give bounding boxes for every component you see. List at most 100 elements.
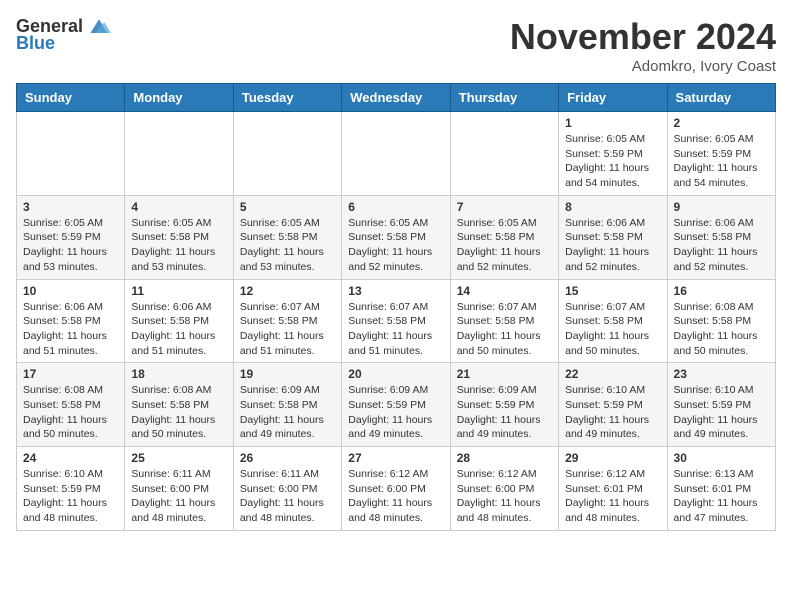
calendar-cell: 2Sunrise: 6:05 AMSunset: 5:59 PMDaylight…: [667, 112, 775, 196]
day-number: 14: [457, 284, 552, 298]
day-info: Sunrise: 6:09 AMSunset: 5:59 PMDaylight:…: [348, 383, 443, 442]
day-number: 16: [674, 284, 769, 298]
calendar-cell: 7Sunrise: 6:05 AMSunset: 5:58 PMDaylight…: [450, 195, 558, 279]
day-number: 21: [457, 367, 552, 381]
calendar-cell: 9Sunrise: 6:06 AMSunset: 5:58 PMDaylight…: [667, 195, 775, 279]
calendar-table: SundayMondayTuesdayWednesdayThursdayFrid…: [16, 83, 776, 531]
page-header: General Blue November 2024 Adomkro, Ivor…: [16, 16, 776, 75]
day-number: 20: [348, 367, 443, 381]
calendar-cell: 17 Sunrise: 6:08 AMSunset: 5:58 PMDayligh…: [17, 363, 125, 447]
calendar-cell: 24Sunrise: 6:10 AMSunset: 5:59 PMDayligh…: [17, 447, 125, 531]
day-number: 29: [565, 451, 660, 465]
day-number: 8: [565, 200, 660, 214]
day-number: 13: [348, 284, 443, 298]
calendar-cell: 1 Sunrise: 6:05 AMSunset: 5:59 PMDaylight…: [559, 112, 667, 196]
calendar-cell: 14 Sunrise: 6:07 AMSunset: 5:58 PMDayligh…: [450, 279, 558, 363]
day-info: Sunrise: 6:06 AMSunset: 5:58 PMDaylight:…: [131, 300, 226, 359]
day-info: Sunrise: 6:10 AMSunset: 5:59 PMDaylight:…: [674, 383, 769, 442]
calendar-cell: 16 Sunrise: 6:08 AMSunset: 5:58 PMDayligh…: [667, 279, 775, 363]
calendar-cell: 15 Sunrise: 6:07 AMSunset: 5:58 PMDayligh…: [559, 279, 667, 363]
calendar-cell: 4 Sunrise: 6:05 AMSunset: 5:58 PMDaylight…: [125, 195, 233, 279]
day-info: Sunrise: 6:06 AMSunset: 5:58 PMDaylight:…: [565, 216, 660, 275]
day-info: Sunrise: 6:07 AMSunset: 5:58 PMDaylight:…: [348, 300, 443, 359]
day-info: Sunrise: 6:10 AMSunset: 5:59 PMDaylight:…: [565, 383, 660, 442]
calendar-cell: 5 Sunrise: 6:05 AMSunset: 5:58 PMDaylight…: [233, 195, 341, 279]
calendar-cell: 13 Sunrise: 6:07 AMSunset: 5:58 PMDayligh…: [342, 279, 450, 363]
day-number: 18: [131, 367, 226, 381]
calendar-dow-monday: Monday: [125, 84, 233, 112]
calendar-cell: [125, 112, 233, 196]
calendar-week-row: 3Sunrise: 6:05 AMSunset: 5:59 PMDaylight…: [17, 195, 776, 279]
day-number: 11: [131, 284, 226, 298]
day-number: 12: [240, 284, 335, 298]
day-number: 5: [240, 200, 335, 214]
calendar-cell: [450, 112, 558, 196]
calendar-dow-tuesday: Tuesday: [233, 84, 341, 112]
day-number: 17: [23, 367, 118, 381]
calendar-header-row: SundayMondayTuesdayWednesdayThursdayFrid…: [17, 84, 776, 112]
day-info: Sunrise: 6:13 AMSunset: 6:01 PMDaylight:…: [674, 467, 769, 526]
day-info: Sunrise: 6:07 AMSunset: 5:58 PMDaylight:…: [565, 300, 660, 359]
calendar-cell: 26Sunrise: 6:11 AMSunset: 6:00 PMDayligh…: [233, 447, 341, 531]
day-number: 1: [565, 116, 660, 130]
day-number: 19: [240, 367, 335, 381]
calendar-cell: 19 Sunrise: 6:09 AMSunset: 5:58 PMDayligh…: [233, 363, 341, 447]
calendar-week-row: 24Sunrise: 6:10 AMSunset: 5:59 PMDayligh…: [17, 447, 776, 531]
calendar-cell: 28Sunrise: 6:12 AMSunset: 6:00 PMDayligh…: [450, 447, 558, 531]
calendar-dow-thursday: Thursday: [450, 84, 558, 112]
day-info: Sunrise: 6:05 AMSunset: 5:59 PMDaylight:…: [674, 132, 769, 191]
day-info: Sunrise: 6:08 AMSunset: 5:58 PMDaylight:…: [674, 300, 769, 359]
day-info: Sunrise: 6:05 AMSunset: 5:58 PMDaylight:…: [348, 216, 443, 275]
day-number: 25: [131, 451, 226, 465]
calendar-cell: 11 Sunrise: 6:06 AMSunset: 5:58 PMDayligh…: [125, 279, 233, 363]
calendar-cell: 18 Sunrise: 6:08 AMSunset: 5:58 PMDayligh…: [125, 363, 233, 447]
calendar-cell: 3Sunrise: 6:05 AMSunset: 5:59 PMDaylight…: [17, 195, 125, 279]
calendar-cell: 25 Sunrise: 6:11 AMSunset: 6:00 PMDayligh…: [125, 447, 233, 531]
day-info: Sunrise: 6:08 AMSunset: 5:58 PMDaylight:…: [23, 383, 118, 442]
day-number: 10: [23, 284, 118, 298]
day-info: Sunrise: 6:06 AMSunset: 5:58 PMDaylight:…: [23, 300, 118, 359]
calendar-cell: 12 Sunrise: 6:07 AMSunset: 5:58 PMDayligh…: [233, 279, 341, 363]
day-number: 15: [565, 284, 660, 298]
calendar-dow-sunday: Sunday: [17, 84, 125, 112]
calendar-cell: 22 Sunrise: 6:10 AMSunset: 5:59 PMDayligh…: [559, 363, 667, 447]
calendar-cell: 30 Sunrise: 6:13 AMSunset: 6:01 PMDayligh…: [667, 447, 775, 531]
day-info: Sunrise: 6:05 AMSunset: 5:59 PMDaylight:…: [565, 132, 660, 191]
calendar-cell: 6 Sunrise: 6:05 AMSunset: 5:58 PMDaylight…: [342, 195, 450, 279]
calendar-dow-friday: Friday: [559, 84, 667, 112]
day-info: Sunrise: 6:07 AMSunset: 5:58 PMDaylight:…: [240, 300, 335, 359]
logo-icon: [87, 17, 111, 37]
month-title: November 2024: [510, 16, 776, 58]
calendar-week-row: 1 Sunrise: 6:05 AMSunset: 5:59 PMDaylight…: [17, 112, 776, 196]
day-number: 30: [674, 451, 769, 465]
logo: General Blue: [16, 16, 111, 54]
day-info: Sunrise: 6:09 AMSunset: 5:58 PMDaylight:…: [240, 383, 335, 442]
day-info: Sunrise: 6:12 AMSunset: 6:01 PMDaylight:…: [565, 467, 660, 526]
calendar-cell: [233, 112, 341, 196]
day-number: 22: [565, 367, 660, 381]
day-number: 24: [23, 451, 118, 465]
day-number: 26: [240, 451, 335, 465]
calendar-week-row: 17 Sunrise: 6:08 AMSunset: 5:58 PMDayligh…: [17, 363, 776, 447]
day-number: 28: [457, 451, 552, 465]
day-number: 6: [348, 200, 443, 214]
day-number: 4: [131, 200, 226, 214]
day-info: Sunrise: 6:05 AMSunset: 5:58 PMDaylight:…: [240, 216, 335, 275]
calendar-cell: 8 Sunrise: 6:06 AMSunset: 5:58 PMDaylight…: [559, 195, 667, 279]
title-block: November 2024 Adomkro, Ivory Coast: [510, 16, 776, 75]
day-info: Sunrise: 6:08 AMSunset: 5:58 PMDaylight:…: [131, 383, 226, 442]
day-number: 7: [457, 200, 552, 214]
day-info: Sunrise: 6:05 AMSunset: 5:58 PMDaylight:…: [131, 216, 226, 275]
calendar-cell: [342, 112, 450, 196]
logo-blue-text: Blue: [16, 33, 55, 54]
day-info: Sunrise: 6:11 AMSunset: 6:00 PMDaylight:…: [131, 467, 226, 526]
calendar-cell: 23Sunrise: 6:10 AMSunset: 5:59 PMDayligh…: [667, 363, 775, 447]
calendar-dow-wednesday: Wednesday: [342, 84, 450, 112]
day-info: Sunrise: 6:06 AMSunset: 5:58 PMDaylight:…: [674, 216, 769, 275]
calendar-cell: 21Sunrise: 6:09 AMSunset: 5:59 PMDayligh…: [450, 363, 558, 447]
day-info: Sunrise: 6:07 AMSunset: 5:58 PMDaylight:…: [457, 300, 552, 359]
calendar-cell: [17, 112, 125, 196]
calendar-cell: 29 Sunrise: 6:12 AMSunset: 6:01 PMDayligh…: [559, 447, 667, 531]
day-number: 27: [348, 451, 443, 465]
day-info: Sunrise: 6:12 AMSunset: 6:00 PMDaylight:…: [348, 467, 443, 526]
